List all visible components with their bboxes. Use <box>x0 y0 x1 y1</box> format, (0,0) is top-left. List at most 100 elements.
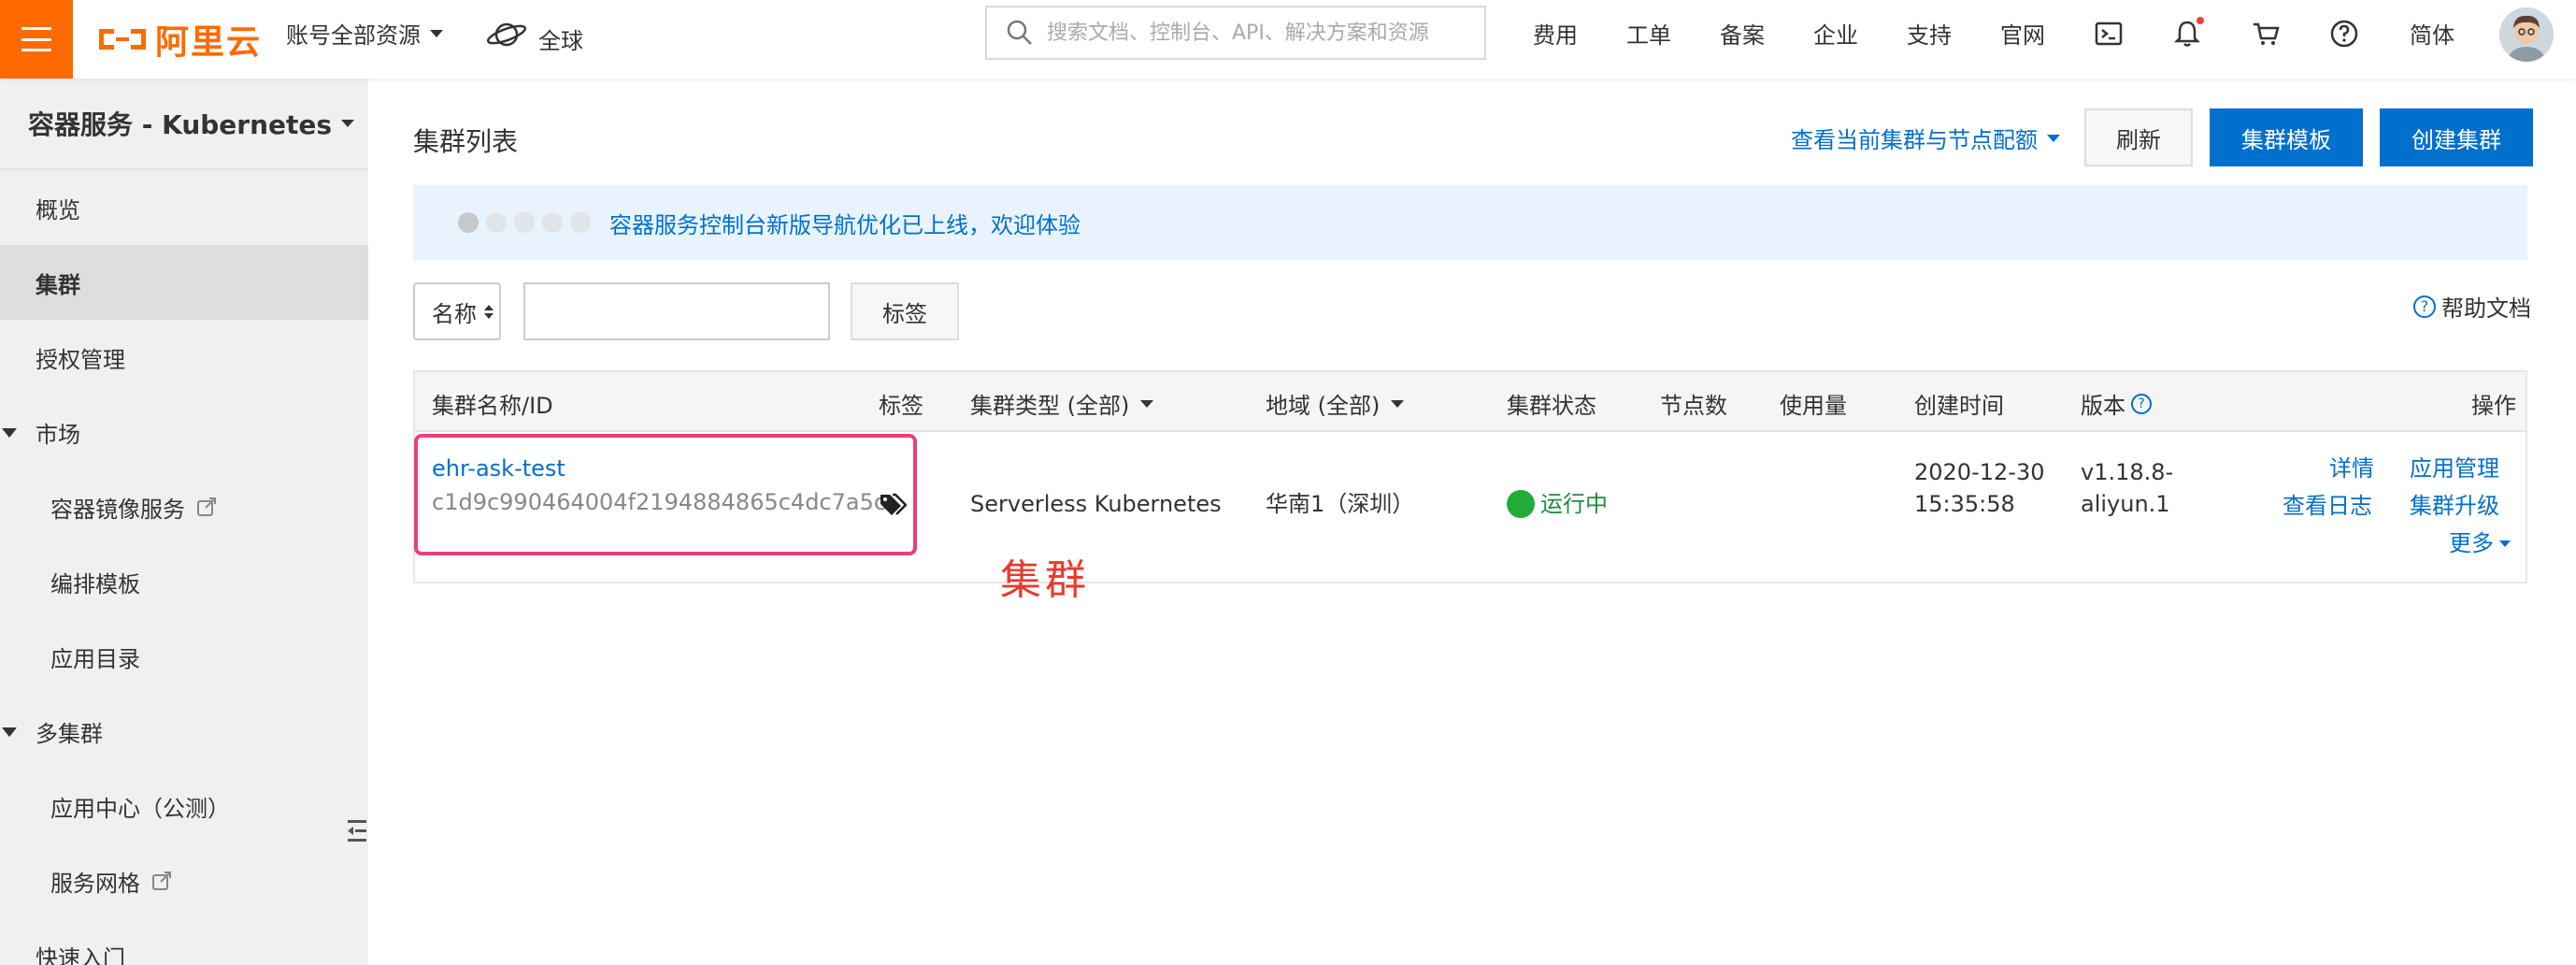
col-header-tags: 标签 <box>879 393 923 419</box>
carousel-dots[interactable] <box>458 212 598 233</box>
hamburger-menu-button[interactable] <box>0 0 73 79</box>
help-button[interactable] <box>2327 17 2361 50</box>
sidebar-item-label: 容器镜像服务 <box>50 496 185 523</box>
sidebar-item-quick-start[interactable]: 快速入门 <box>0 918 368 965</box>
nav-official-site[interactable]: 官网 <box>2000 17 2045 50</box>
external-link-icon <box>152 871 171 890</box>
sidebar-item-container-registry[interactable]: 容器镜像服务 <box>0 469 368 544</box>
details-link[interactable]: 详情 <box>2329 453 2374 484</box>
logo-text: 阿里云 <box>155 23 263 62</box>
filter-field-value: 名称 <box>432 300 477 327</box>
globe-icon <box>486 22 527 46</box>
carousel-dot[interactable] <box>542 212 563 233</box>
cart-button[interactable] <box>2249 17 2283 50</box>
caret-down-icon <box>2 428 17 438</box>
nav-tickets[interactable]: 工单 <box>1626 17 1671 50</box>
carousel-dot[interactable] <box>458 212 479 233</box>
col-header-region[interactable]: 地域 (全部) <box>1266 387 1405 420</box>
top-bar: 阿里云 账号全部资源 全球 费用 工单 备案 企业 支持 官网 <box>0 0 2576 79</box>
chevron-down-icon <box>430 29 443 37</box>
unread-dot <box>2197 17 2204 24</box>
col-header-region-label: 地域 (全部) <box>1266 393 1381 419</box>
filter-field-select[interactable]: 名称 <box>413 282 501 340</box>
sidebar-item-label: 服务网格 <box>50 870 140 897</box>
language-switch[interactable]: 简体 <box>2410 17 2454 50</box>
nav-enterprise[interactable]: 企业 <box>1813 17 1858 50</box>
notifications-button[interactable] <box>2170 17 2204 50</box>
refresh-button[interactable]: 刷新 <box>2084 108 2193 166</box>
sidebar-item-clusters[interactable]: 集群 <box>0 245 368 320</box>
sidebar-item-label: 集群 <box>36 271 80 298</box>
account-scope-dropdown[interactable]: 账号全部资源 <box>286 17 443 50</box>
created-time: 15:35:58 <box>1914 491 2015 517</box>
sidebar-item-label: 授权管理 <box>36 346 125 373</box>
status-running-icon <box>1507 490 1535 518</box>
carousel-dot[interactable] <box>514 212 535 233</box>
sidebar-item-label: 应用目录 <box>50 645 140 672</box>
carousel-dot[interactable] <box>486 212 507 233</box>
cluster-type: Serverless Kubernetes <box>970 491 1222 517</box>
sidebar-item-label: 编排模板 <box>50 570 140 598</box>
version-line-2: aliyun.1 <box>2081 491 2170 517</box>
col-header-type-label: 集群类型 (全部) <box>970 393 1130 419</box>
more-actions-dropdown[interactable]: 更多 <box>2449 527 2511 559</box>
cluster-quota-link[interactable]: 查看当前集群与节点配额 <box>1791 122 2060 154</box>
user-avatar[interactable] <box>2499 7 2554 62</box>
col-header-created: 创建时间 <box>1914 393 2004 419</box>
aliyun-logo-icon <box>99 29 146 50</box>
avatar-icon <box>2499 7 2554 62</box>
cluster-id: c1d9c990464004f2194884865c4dc7a5c <box>432 489 887 515</box>
collapse-sidebar-icon[interactable] <box>346 817 368 845</box>
carousel-dot[interactable] <box>570 212 591 233</box>
aliyun-logo[interactable]: 阿里云 <box>95 13 262 65</box>
annotation-label: 集群 <box>1000 556 1090 604</box>
tag-filter-button[interactable]: 标签 <box>851 282 959 340</box>
announcement-banner: 容器服务控制台新版导航优化已上线，欢迎体验 <box>413 185 2527 260</box>
product-title: 容器服务 - Kubernetes <box>28 109 333 140</box>
region-label: 全球 <box>538 28 583 54</box>
app-management-link[interactable]: 应用管理 <box>2410 453 2499 484</box>
filter-input[interactable] <box>523 282 830 340</box>
sidebar-item-orchestration-templates[interactable]: 编排模板 <box>0 544 368 619</box>
sidebar-group-marketplace[interactable]: 市场 <box>0 395 368 469</box>
sidebar-item-authorization[interactable]: 授权管理 <box>0 320 368 395</box>
cluster-name-link[interactable]: ehr-ask-test <box>432 453 565 484</box>
sort-arrows-icon <box>484 304 494 319</box>
terminal-icon <box>2095 22 2123 46</box>
sidebar-item-service-mesh[interactable]: 服务网格 <box>0 843 368 918</box>
create-cluster-button[interactable]: 创建集群 <box>2380 108 2533 166</box>
nav-icp-filing[interactable]: 备案 <box>1720 17 1765 50</box>
col-header-status: 集群状态 <box>1507 393 1596 419</box>
search-input[interactable] <box>1047 21 1477 45</box>
cluster-template-button[interactable]: 集群模板 <box>2210 108 2363 166</box>
announcement-link[interactable]: 容器服务控制台新版导航优化已上线，欢迎体验 <box>609 207 1080 239</box>
cluster-region: 华南1（深圳） <box>1266 491 1415 517</box>
upgrade-cluster-link[interactable]: 集群升级 <box>2410 490 2499 522</box>
chevron-down-icon <box>2499 540 2511 547</box>
help-docs-label: 帮助文档 <box>2441 295 2531 322</box>
sidebar-item-overview[interactable]: 概览 <box>0 170 368 245</box>
view-logs-link[interactable]: 查看日志 <box>2283 490 2372 522</box>
col-header-name: 集群名称/ID <box>432 393 553 419</box>
cluster-table: 集群名称/ID 标签 集群类型 (全部) 地域 (全部) 集群状态 节点数 使用… <box>413 370 2527 583</box>
caret-down-icon <box>2 727 17 737</box>
terminal-button[interactable] <box>2092 17 2125 50</box>
col-header-type[interactable]: 集群类型 (全部) <box>970 387 1154 420</box>
global-search[interactable] <box>985 6 1486 60</box>
nav-billing[interactable]: 费用 <box>1533 17 1578 50</box>
tags-icon[interactable] <box>879 492 907 516</box>
sidebar-item-app-center[interactable]: 应用中心（公测） <box>0 769 368 843</box>
help-docs-link[interactable]: ? 帮助文档 <box>2413 290 2531 323</box>
col-header-actions: 操作 <box>2471 393 2516 419</box>
sidebar-group-multi-cluster[interactable]: 多集群 <box>0 694 368 769</box>
nav-support[interactable]: 支持 <box>1907 17 1952 50</box>
search-icon <box>1007 20 1032 45</box>
product-switcher[interactable]: 容器服务 - Kubernetes <box>28 105 355 142</box>
col-header-usage: 使用量 <box>1780 393 1847 419</box>
sidebar-item-app-catalog[interactable]: 应用目录 <box>0 619 368 694</box>
question-icon[interactable]: ? <box>2131 393 2152 414</box>
sidebar-item-label: 应用中心（公测） <box>50 795 230 822</box>
menu-icon <box>21 27 51 51</box>
table-header: 集群名称/ID 标签 集群类型 (全部) 地域 (全部) 集群状态 节点数 使用… <box>415 372 2526 432</box>
region-selector[interactable]: 全球 <box>486 13 583 55</box>
